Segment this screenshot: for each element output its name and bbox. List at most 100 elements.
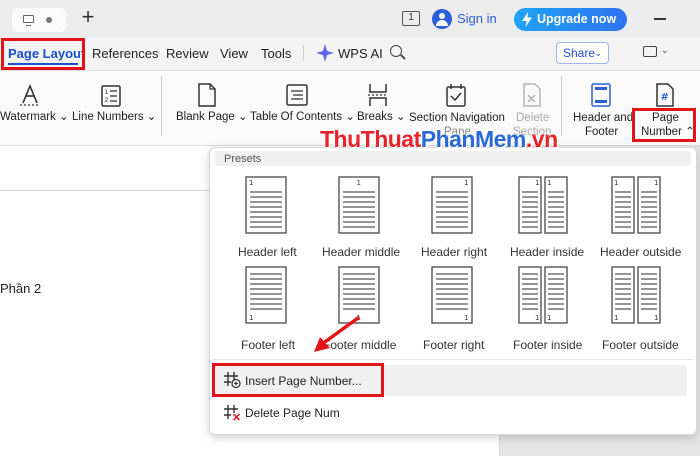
presets-header bbox=[215, 151, 691, 166]
section-navigation-icon bbox=[446, 84, 466, 107]
preset-label: Header middle bbox=[322, 245, 401, 259]
preset-header-outside-icon: 1 1 bbox=[611, 176, 661, 234]
preset-header-left[interactable]: 1 bbox=[236, 172, 296, 234]
svg-text:1: 1 bbox=[547, 314, 551, 322]
search-icon[interactable] bbox=[390, 45, 402, 57]
svg-text:1: 1 bbox=[614, 179, 618, 187]
preset-header-inside[interactable]: 1 1 bbox=[513, 172, 573, 234]
preset-footer-outside-icon: 1 1 bbox=[611, 266, 661, 324]
menu-references[interactable]: References bbox=[92, 46, 158, 61]
share-label: Share bbox=[563, 46, 596, 60]
preset-header-left-icon: 1 bbox=[245, 176, 287, 234]
svg-text:1: 1 bbox=[105, 89, 109, 96]
section-navigation-button[interactable]: Section Navigation bbox=[409, 111, 505, 125]
table-of-contents-button[interactable]: Table Of Contents ⌄ bbox=[250, 110, 355, 124]
comment-icon[interactable] bbox=[643, 46, 657, 57]
avatar-icon[interactable] bbox=[432, 9, 452, 29]
preset-footer-outside[interactable]: 1 1 bbox=[606, 266, 666, 328]
menu-divider bbox=[303, 45, 304, 61]
preset-label: Footer outside bbox=[602, 338, 679, 352]
svg-text:1: 1 bbox=[614, 314, 618, 322]
preset-footer-inside-icon: 1 1 bbox=[518, 266, 568, 324]
title-bar: + 1 Sign in Upgrade now bbox=[0, 0, 700, 38]
monitor-icon bbox=[23, 15, 34, 26]
document-text[interactable]: Phần 2 bbox=[0, 281, 41, 296]
presets-label: Presets bbox=[224, 153, 262, 165]
delete-page-num-item[interactable]: Delete Page Num bbox=[245, 406, 340, 420]
dropdown-divider bbox=[213, 359, 693, 360]
section-navigation-label: Section Navigation bbox=[409, 112, 505, 124]
share-button[interactable]: Share ⌄ bbox=[556, 42, 609, 64]
delete-section-icon bbox=[523, 83, 541, 107]
preset-header-outside[interactable]: 1 1 bbox=[606, 172, 666, 234]
header-footer-label-2: Footer bbox=[585, 126, 619, 138]
sign-in-link[interactable]: Sign in bbox=[457, 11, 497, 26]
preset-footer-left[interactable]: 1 bbox=[236, 266, 296, 328]
svg-text:1: 1 bbox=[535, 179, 539, 187]
site-watermark: ThuThuatPhanMem.vn bbox=[320, 126, 558, 152]
svg-text:1: 1 bbox=[249, 179, 253, 187]
preset-label: Header right bbox=[421, 245, 488, 259]
watermark-label: Watermark bbox=[0, 111, 56, 123]
svg-text:1: 1 bbox=[249, 314, 253, 322]
breaks-label: Breaks bbox=[357, 111, 393, 123]
toc-label: Table Of Contents bbox=[250, 111, 343, 123]
preset-header-middle[interactable]: 1 bbox=[329, 172, 389, 234]
preset-header-right[interactable]: 1 bbox=[422, 172, 482, 234]
ribbon-divider bbox=[561, 76, 562, 136]
line-numbers-icon: 1 2 bbox=[101, 85, 121, 107]
menu-wps-ai[interactable]: WPS AI bbox=[338, 46, 383, 61]
chevron-down-icon: ⌄ bbox=[594, 48, 602, 58]
delete-page-num-icon bbox=[224, 405, 241, 421]
preset-footer-right-icon: 1 bbox=[431, 266, 473, 324]
highlight-box-insert-page-number bbox=[212, 363, 384, 397]
new-tab-plus-icon[interactable]: + bbox=[77, 6, 99, 28]
svg-text:#: # bbox=[661, 92, 669, 103]
preset-label: Header outside bbox=[600, 245, 682, 259]
wps-ai-icon[interactable] bbox=[316, 44, 334, 62]
line-numbers-button[interactable]: Line Numbers ⌄ bbox=[72, 110, 156, 124]
upgrade-button[interactable]: Upgrade now bbox=[514, 8, 627, 31]
ribbon-divider bbox=[161, 76, 162, 136]
header-footer-icon bbox=[591, 83, 611, 107]
svg-text:1: 1 bbox=[654, 179, 658, 187]
preset-header-inside-icon: 1 1 bbox=[518, 176, 568, 234]
menu-tools[interactable]: Tools bbox=[261, 46, 291, 61]
highlight-box-page-number bbox=[632, 108, 696, 142]
preset-footer-right[interactable]: 1 bbox=[422, 266, 482, 328]
page-count-badge[interactable]: 1 bbox=[402, 11, 420, 26]
blank-page-label: Blank Page bbox=[176, 111, 235, 123]
red-arrow-annotation bbox=[314, 316, 360, 352]
highlight-box-page-layout bbox=[1, 38, 85, 70]
upgrade-label: Upgrade now bbox=[537, 12, 617, 26]
preset-header-right-icon: 1 bbox=[431, 176, 473, 234]
preset-footer-inside[interactable]: 1 1 bbox=[513, 266, 573, 328]
menu-view[interactable]: View bbox=[220, 46, 248, 61]
preset-footer-left-icon: 1 bbox=[245, 266, 287, 324]
preset-label: Footer right bbox=[423, 338, 485, 352]
svg-text:1: 1 bbox=[464, 314, 468, 322]
minimize-icon[interactable] bbox=[654, 18, 666, 20]
line-numbers-label: Line Numbers bbox=[72, 111, 144, 123]
preset-header-middle-icon: 1 bbox=[338, 176, 380, 234]
svg-text:2: 2 bbox=[105, 97, 109, 104]
breaks-button[interactable]: Breaks ⌄ bbox=[357, 110, 406, 124]
page-number-icon: # bbox=[656, 83, 674, 107]
delete-section-button[interactable]: Delete bbox=[516, 111, 549, 125]
svg-text:1: 1 bbox=[547, 179, 551, 187]
menu-review[interactable]: Review bbox=[166, 46, 209, 61]
svg-text:1: 1 bbox=[357, 179, 361, 187]
chevron-down-icon[interactable]: ⌄ bbox=[661, 45, 669, 56]
svg-text:1: 1 bbox=[654, 314, 658, 322]
unsaved-dot-icon bbox=[46, 17, 52, 23]
header-footer-button[interactable]: Header and bbox=[573, 111, 633, 125]
svg-text:1: 1 bbox=[535, 314, 539, 322]
document-tab[interactable] bbox=[12, 8, 66, 32]
breaks-icon bbox=[368, 84, 388, 106]
svg-text:1: 1 bbox=[464, 179, 468, 187]
preset-label: Footer inside bbox=[513, 338, 583, 352]
preset-label: Footer left bbox=[241, 338, 296, 352]
watermark-button[interactable]: Watermark ⌄ bbox=[0, 110, 69, 124]
bolt-icon bbox=[522, 12, 532, 27]
blank-page-button[interactable]: Blank Page ⌄ bbox=[176, 110, 248, 124]
